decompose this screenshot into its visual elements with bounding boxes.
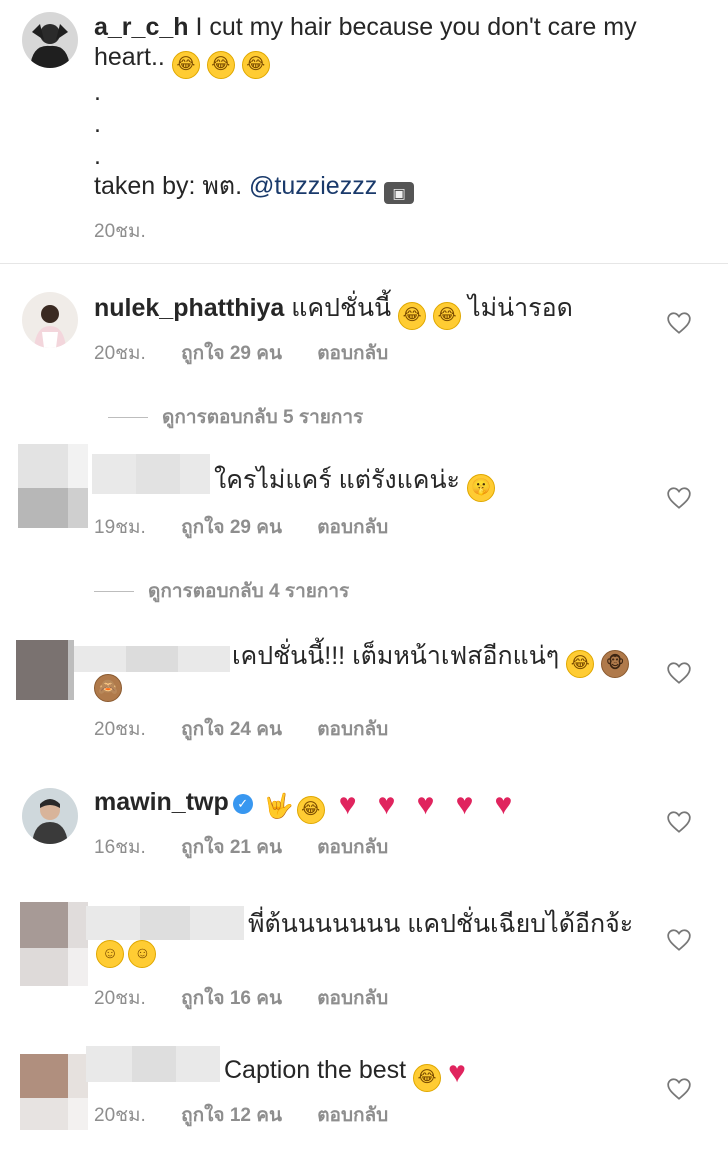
comment-text: mawin_twp ✓ 🤟 😂 ♥ ♥ ♥ ♥ ♥ xyxy=(94,786,519,824)
commenter-avatar[interactable] xyxy=(22,292,78,348)
view-replies-label: ดูการตอบกลับ 5 รายการ xyxy=(162,407,364,428)
comment-time: 20ชม. xyxy=(94,719,146,740)
comment-text-wrap: ☺ ☺ xyxy=(96,940,157,968)
heart-outline-icon[interactable] xyxy=(666,310,692,336)
camera-emoji: ▣ xyxy=(384,182,415,204)
caption-body: a_r_c_h I cut my hair because you don't … xyxy=(94,12,694,79)
rofl-emoji: 😂 xyxy=(171,51,200,79)
comment-text-wrap: 🙈 xyxy=(94,674,122,702)
comment-time: 20ชม. xyxy=(94,343,146,364)
comment-text: พี่ต้นนนนนนน แคปชั่นเฉียบได้อีกจ้ะ xyxy=(248,908,633,940)
comment-meta: 20ชม. ถูกใจ 12 คน ตอบกลับ xyxy=(94,1100,418,1130)
view-replies-button[interactable]: ดูการตอบกลับ 4 รายการ xyxy=(94,576,349,606)
comment-likes[interactable]: ถูกใจ 16 คน xyxy=(181,988,282,1009)
heart-outline-icon[interactable] xyxy=(666,809,692,835)
comment-meta: 20ชม. ถูกใจ 24 คน ตอบกลับ xyxy=(94,714,418,744)
comment-likes[interactable]: ถูกใจ 29 คน xyxy=(181,343,282,364)
reply-button[interactable]: ตอบกลับ xyxy=(317,517,388,538)
heart-outline-icon[interactable] xyxy=(666,485,692,511)
avatar-image xyxy=(30,24,70,68)
smiling-face-emoji: ☺ xyxy=(96,940,124,968)
comment-username[interactable]: nulek_phatthiya xyxy=(94,294,284,322)
mention-link[interactable]: @tuzziezzz xyxy=(249,172,377,200)
comment-time: 20ชม. xyxy=(94,988,146,1009)
comment-meta: 16ชม. ถูกใจ 21 คน ตอบกลับ xyxy=(94,832,418,862)
comment-likes[interactable]: ถูกใจ 12 คน xyxy=(181,1105,282,1126)
commenter-avatar[interactable] xyxy=(22,788,78,844)
reply-button[interactable]: ตอบกลับ xyxy=(317,988,388,1009)
reply-button[interactable]: ตอบกลับ xyxy=(317,837,388,858)
blurred-avatar[interactable] xyxy=(16,640,74,700)
blurred-avatar[interactable] xyxy=(20,1054,88,1130)
reply-button[interactable]: ตอบกลับ xyxy=(317,1105,388,1126)
comment-likes[interactable]: ถูกใจ 29 คน xyxy=(181,517,282,538)
caption-credit: taken by: พต. @tuzziezzz ▣ xyxy=(94,171,415,204)
heart-outline-icon[interactable] xyxy=(666,927,692,953)
face-with-tears-of-joy-emoji: 😂 xyxy=(413,1064,442,1092)
love-you-gesture-emoji: 🤟 xyxy=(263,793,294,820)
comment-username[interactable]: mawin_twp xyxy=(94,788,229,816)
caption-time: 20ชม. xyxy=(94,221,146,242)
rofl-emoji: 😂 xyxy=(398,302,427,330)
caption-username[interactable]: a_r_c_h xyxy=(94,13,189,41)
comment-body: ใครไม่แคร์ แต่รังแคน่ะ xyxy=(214,466,460,494)
comment-body: พี่ต้นนนนนนน แคปชั่นเฉียบได้อีกจ้ะ xyxy=(248,910,634,938)
comment-text: nulek_phatthiya แคปชั่นนี้ 😂 😂 ไม่น่ารอด xyxy=(94,292,573,330)
comment-body: Caption the best xyxy=(224,1056,407,1084)
comment-meta: 20ชม. ถูกใจ 16 คน ตอบกลับ xyxy=(94,983,418,1013)
reply-button[interactable]: ตอบกลับ xyxy=(317,719,388,740)
view-replies-line xyxy=(94,590,134,592)
red-heart-emoji: ♥ xyxy=(494,788,513,821)
comment-time: 16ชม. xyxy=(94,837,146,858)
comment-likes[interactable]: ถูกใจ 21 คน xyxy=(181,837,282,858)
avatar-image xyxy=(34,305,66,348)
comment-body: เคปชั่นนี้!!! เต็มหน้าเฟสอีกแน่ๆ xyxy=(232,642,560,670)
view-replies-label: ดูการตอบกลับ 4 รายการ xyxy=(148,581,350,602)
reply-button[interactable]: ตอบกลับ xyxy=(317,343,388,364)
blurred-avatar[interactable] xyxy=(20,902,88,986)
rofl-emoji: 😂 xyxy=(241,51,270,79)
comment-body: แคปชั่นนี้ xyxy=(291,294,392,322)
avatar-image xyxy=(32,799,68,844)
blurred-username[interactable] xyxy=(92,454,210,494)
rofl-emoji: 😂 xyxy=(296,796,325,824)
heart-outline-icon[interactable] xyxy=(666,1076,692,1102)
rofl-emoji: 😂 xyxy=(433,302,462,330)
smiling-face-emoji: ☺ xyxy=(128,940,157,968)
red-heart-emoji: ♥ xyxy=(416,788,435,821)
blurred-username[interactable] xyxy=(86,1046,220,1082)
see-no-evil-monkey-emoji: 🙈 xyxy=(94,674,122,702)
view-replies-line xyxy=(108,416,148,418)
view-replies-button[interactable]: ดูการตอบกลับ 5 รายการ xyxy=(108,402,363,432)
comment-text: Caption the best 😂 ♥ xyxy=(224,1054,473,1092)
verified-badge-icon: ✓ xyxy=(232,794,253,814)
comment-meta: 19ชม. ถูกใจ 29 คน ตอบกลับ xyxy=(94,512,418,542)
caption-dot: . xyxy=(94,110,101,138)
comment-likes[interactable]: ถูกใจ 24 คน xyxy=(181,719,282,740)
red-heart-emoji: ♥ xyxy=(455,788,474,821)
comment-body-end: ไม่น่ารอด xyxy=(468,294,573,322)
comment-time: 20ชม. xyxy=(94,1105,146,1126)
red-heart-emoji: ♥ xyxy=(377,788,396,821)
monkey-emoji: 🐵 xyxy=(601,650,630,678)
caption-taken-by: taken by: พต. xyxy=(94,172,243,200)
caption-divider xyxy=(0,263,728,264)
blurred-avatar[interactable] xyxy=(18,444,88,528)
comment-text: ใครไม่แคร์ แต่รังแคน่ะ 🤫 xyxy=(214,464,495,502)
rofl-emoji: 😂 xyxy=(566,650,595,678)
caption-dot: . xyxy=(94,78,101,106)
comment-text: เคปชั่นนี้!!! เต็มหน้าเฟสอีกแน่ๆ 😂 🐵 xyxy=(232,640,630,678)
rofl-emoji: 😂 xyxy=(206,51,235,79)
blurred-username[interactable] xyxy=(86,906,244,940)
caption-dot: . xyxy=(94,142,101,170)
comment-time: 19ชม. xyxy=(94,517,146,538)
red-heart-emoji: ♥ xyxy=(338,788,357,821)
caption-author-avatar[interactable] xyxy=(22,12,78,68)
blurred-username[interactable] xyxy=(74,646,230,672)
heart-outline-icon[interactable] xyxy=(666,660,692,686)
red-heart-emoji: ♥ xyxy=(448,1056,466,1089)
comment-meta: 20ชม. ถูกใจ 29 คน ตอบกลับ xyxy=(94,338,418,368)
shushing-face-emoji: 🤫 xyxy=(466,474,495,502)
